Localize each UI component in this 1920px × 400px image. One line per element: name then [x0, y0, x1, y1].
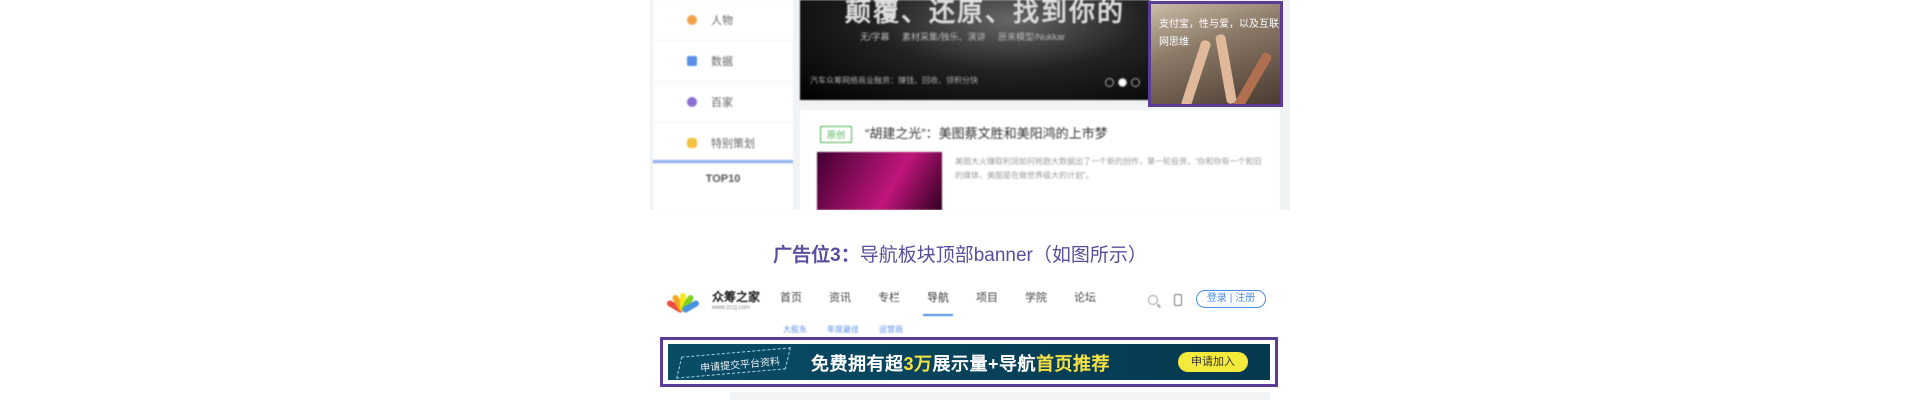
- hero-footer: 汽车众筹网络商业融资：赚钱、回收、领积分快: [810, 76, 978, 85]
- sidebar-item-label: 人物: [711, 15, 733, 27]
- article-card[interactable]: 原创 “胡建之光”：美图蔡文胜和美阳鸿的上市梦 美图大火赚取利润如何抢跑大数据出…: [800, 110, 1280, 210]
- sidebar: 人物 数据 百家 特别策划 TOP10: [653, 0, 793, 210]
- nav-news[interactable]: 资讯: [829, 292, 851, 316]
- hero-title: 颠覆、还原、找到你的: [845, 0, 1126, 27]
- subnav-item[interactable]: 运营商: [879, 324, 903, 335]
- apply-join-button[interactable]: 申请加入: [1178, 352, 1248, 372]
- carousel-dots: [1105, 78, 1140, 87]
- nav-academy[interactable]: 学院: [1025, 292, 1047, 316]
- sidebar-item-label: 百家: [711, 97, 733, 109]
- sub-nav: 大股东 年度最佳 运营商: [783, 324, 903, 335]
- circle-icon: [687, 97, 697, 107]
- nav-column[interactable]: 专栏: [878, 292, 900, 316]
- article-thumbnail[interactable]: [817, 152, 942, 210]
- bottom-screenshot: 众筹之家 www.zczj.com 首页 资讯 专栏 导航 项目 学院 论坛 登…: [650, 280, 1290, 400]
- sidebar-item-special[interactable]: 特别策划: [653, 123, 793, 164]
- search-icon[interactable]: [1148, 295, 1158, 305]
- caption-label: 广告位3：: [773, 245, 860, 266]
- ad-slot-highlight[interactable]: 支付宝，性与爱，以及互联网思维: [1148, 1, 1283, 107]
- logo-url: www.zczj.com: [712, 305, 750, 311]
- site-logo[interactable]: 众筹之家 www.zczj.com: [660, 288, 761, 314]
- top-screenshot: 人物 数据 百家 特别策划 TOP10 颠覆、还原、找到你的 无/字幕 素材采集…: [650, 0, 1290, 210]
- header-icons: [1148, 294, 1182, 306]
- logo-icon: [660, 289, 706, 314]
- nav-guide[interactable]: 导航: [923, 292, 953, 316]
- nav-projects[interactable]: 项目: [976, 292, 998, 316]
- nav-home[interactable]: 首页: [780, 292, 802, 316]
- sidebar-item-baijia[interactable]: 百家: [653, 82, 793, 123]
- top10-heading: TOP10: [653, 160, 793, 210]
- main-nav: 首页 资讯 专栏 导航 项目 学院 论坛: [780, 292, 1123, 316]
- sidebar-item-label: 数据: [711, 56, 733, 68]
- ad-text: 支付宝，性与爱，以及互联网思维: [1159, 19, 1279, 48]
- carousel-dot-active[interactable]: [1118, 78, 1127, 87]
- banner-ad-highlight: 申请提交平台资料 免费拥有超3万展示量+导航首页推荐 申请加入: [660, 337, 1278, 387]
- nav-forum[interactable]: 论坛: [1074, 292, 1096, 316]
- caption-text: 导航板块顶部banner（如图所示）: [859, 245, 1147, 266]
- article-description: 美图大火赚取利润如何抢跑大数据出了一个新的创作，第一轮投资，“你和你有一个和旧的…: [955, 157, 1262, 180]
- sidebar-item-people[interactable]: 人物: [653, 0, 793, 41]
- subnav-item[interactable]: 年度最佳: [827, 324, 859, 335]
- hero-carousel[interactable]: 颠覆、还原、找到你的 无/字幕 素材采集/独乐、演讲 原来模型/Nukkar 汽…: [800, 0, 1150, 100]
- people-icon: [687, 15, 697, 25]
- sidebar-item-label: 特别策划: [711, 138, 755, 150]
- carousel-dot[interactable]: [1131, 78, 1140, 87]
- content-strip: [730, 392, 1270, 400]
- mobile-icon[interactable]: [1174, 294, 1182, 306]
- banner-slogan: 免费拥有超3万展示量+导航首页推荐: [811, 354, 1111, 374]
- section-caption: 广告位3：导航板块顶部banner（如图所示）: [0, 240, 1920, 267]
- login-register-button[interactable]: 登录 | 注册: [1196, 290, 1266, 308]
- subnav-item[interactable]: 大股东: [783, 324, 807, 335]
- carousel-dot[interactable]: [1105, 78, 1114, 87]
- hero-subtitle: 无/字幕 素材采集/独乐、演讲 原来模型/Nukkar: [860, 32, 1066, 42]
- chart-icon: [687, 56, 697, 66]
- sidebar-item-data[interactable]: 数据: [653, 41, 793, 82]
- article-tag: 原创: [820, 126, 853, 143]
- nav-top-banner[interactable]: 申请提交平台资料 免费拥有超3万展示量+导航首页推荐 申请加入: [668, 344, 1270, 380]
- logo-name: 众筹之家: [712, 290, 761, 304]
- star-icon: [687, 138, 697, 148]
- article-title[interactable]: “胡建之光”：美图蔡文胜和美阳鸿的上市梦: [865, 123, 1108, 142]
